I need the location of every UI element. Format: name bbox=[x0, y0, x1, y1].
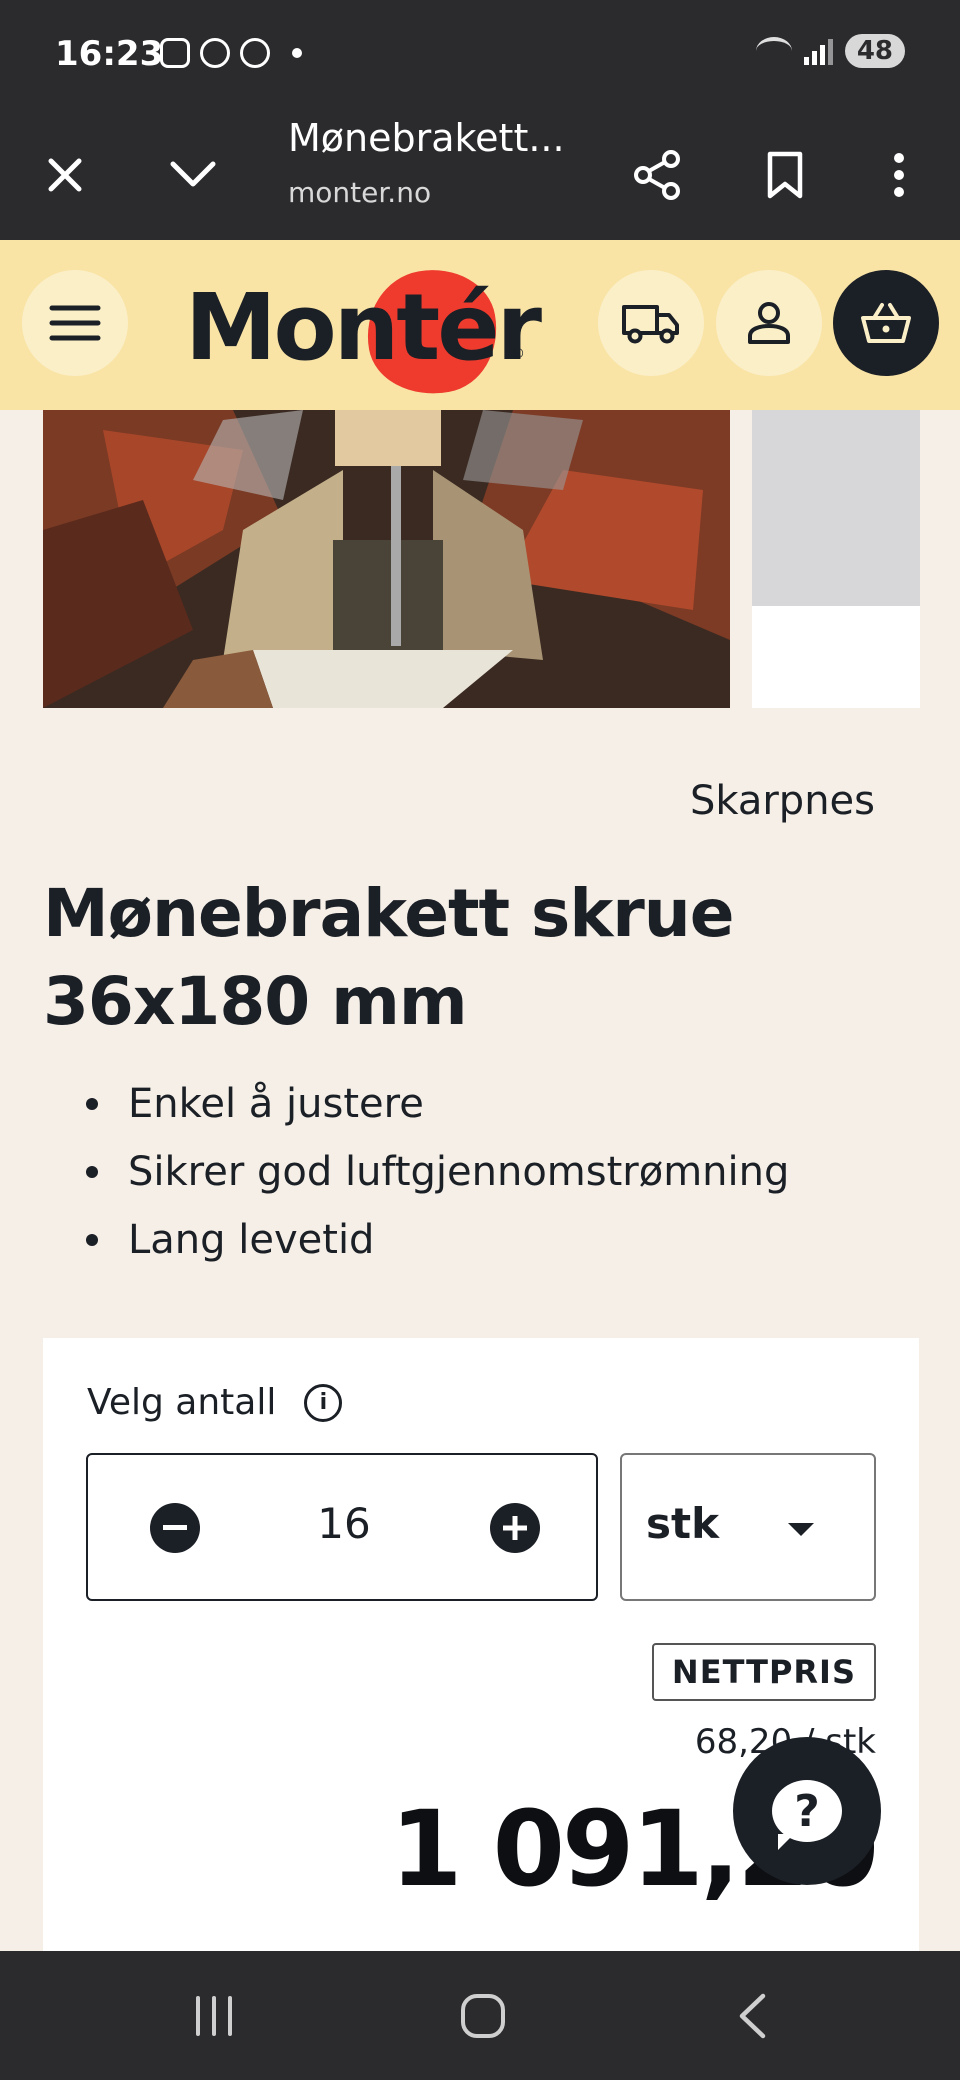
logo-registered-mark: ® bbox=[511, 346, 525, 362]
thumbnail-placeholder bbox=[752, 410, 920, 606]
page-title: Mønebrakett... bbox=[288, 116, 565, 160]
increase-quantity-button[interactable] bbox=[490, 1503, 540, 1553]
system-navigation-bar bbox=[0, 1951, 960, 2080]
close-tab-button[interactable] bbox=[20, 110, 110, 240]
notification-icons bbox=[160, 38, 302, 68]
quantity-value[interactable]: 16 bbox=[288, 1499, 400, 1548]
status-time: 16:23 bbox=[55, 34, 164, 74]
quantity-label-row: Velg antall i bbox=[87, 1382, 343, 1423]
question-chat-icon: ? bbox=[772, 1780, 842, 1850]
menu-button[interactable] bbox=[22, 270, 128, 376]
basket-icon bbox=[861, 303, 911, 343]
back-icon bbox=[739, 1993, 766, 2038]
more-options-button[interactable] bbox=[854, 110, 944, 240]
more-vertical-icon bbox=[894, 153, 904, 197]
price-badge: NETTPRIS bbox=[651, 1643, 876, 1701]
battery-indicator: 48 bbox=[844, 34, 905, 68]
unit-value: stk bbox=[646, 1499, 720, 1548]
feature-item: Enkel å justere bbox=[86, 1070, 789, 1138]
recent-apps-icon bbox=[196, 1995, 232, 2036]
browser-toolbar: Mønebrakett... monter.no bbox=[0, 110, 960, 240]
bookmark-button[interactable] bbox=[740, 110, 830, 240]
unit-select[interactable]: stk bbox=[620, 1453, 876, 1601]
feature-list: Enkel å justere Sikrer god luftgjennomst… bbox=[86, 1070, 789, 1274]
minimize-tab-button[interactable] bbox=[148, 110, 238, 240]
share-button[interactable] bbox=[612, 110, 702, 240]
signal-icon bbox=[803, 37, 833, 65]
wifi-icon bbox=[755, 37, 792, 65]
feature-item: Lang levetid bbox=[86, 1206, 789, 1274]
home-button[interactable] bbox=[423, 1951, 543, 2080]
user-icon bbox=[748, 302, 790, 344]
info-icon[interactable]: i bbox=[304, 1383, 343, 1422]
bookmark-icon bbox=[767, 151, 803, 199]
minus-icon bbox=[163, 1525, 187, 1530]
feature-item: Sikrer god luftgjennomstrømning bbox=[86, 1138, 789, 1206]
product-brand[interactable]: Skarpnes bbox=[690, 778, 875, 824]
account-button[interactable] bbox=[716, 270, 822, 376]
share-icon bbox=[634, 150, 680, 200]
close-icon bbox=[48, 158, 82, 192]
product-main-image[interactable] bbox=[43, 410, 730, 708]
back-button[interactable] bbox=[692, 1951, 812, 2080]
truck-icon bbox=[622, 305, 679, 344]
tiktok-icon bbox=[200, 38, 230, 68]
monter-logo[interactable]: Montér ® bbox=[185, 259, 542, 405]
chrome-icon bbox=[240, 38, 270, 68]
instagram-icon bbox=[160, 38, 190, 68]
more-notifications-dot bbox=[292, 48, 302, 58]
dropdown-arrow-icon bbox=[788, 1523, 814, 1536]
plus-icon bbox=[503, 1516, 527, 1540]
site-header: Montér ® bbox=[0, 240, 960, 410]
delivery-button[interactable] bbox=[598, 270, 704, 376]
status-bar: 16:23 48 bbox=[0, 0, 960, 110]
logo-text: Montér bbox=[185, 274, 542, 381]
page-url[interactable]: monter.no bbox=[288, 176, 431, 209]
recent-apps-button[interactable] bbox=[154, 1951, 274, 2080]
help-chat-button[interactable]: ? bbox=[733, 1737, 881, 1885]
system-status: 48 bbox=[755, 34, 905, 68]
hamburger-menu-icon bbox=[49, 305, 101, 341]
cart-button[interactable] bbox=[833, 270, 939, 376]
product-thumbnail[interactable] bbox=[752, 410, 920, 708]
quantity-stepper: 16 bbox=[86, 1453, 598, 1601]
chevron-down-icon bbox=[170, 161, 216, 187]
decrease-quantity-button[interactable] bbox=[150, 1503, 200, 1553]
quantity-label: Velg antall bbox=[87, 1382, 277, 1423]
product-photo bbox=[43, 410, 730, 708]
home-icon bbox=[461, 1993, 505, 2038]
product-title: Mønebrakett skrue 36x180 mm bbox=[43, 875, 735, 1040]
